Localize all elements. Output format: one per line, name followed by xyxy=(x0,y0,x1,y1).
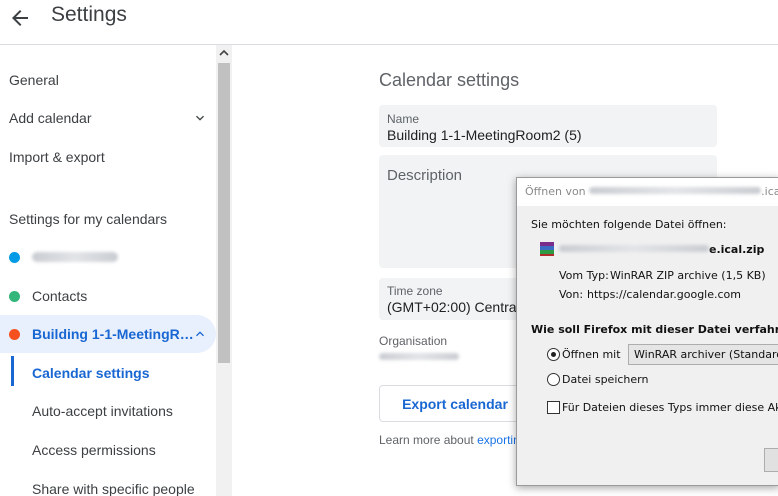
dialog-title-prefix: Öffnen von xyxy=(525,185,590,198)
dialog-title: Öffnen von .ical.zip xyxy=(525,185,778,198)
sidebar-subitem-access-permissions[interactable]: Access permissions xyxy=(32,442,156,458)
open-with-radio[interactable] xyxy=(547,348,560,361)
file-name-suffix: e.ical.zip xyxy=(709,243,765,256)
name-field-value: Building 1-1-MeetingRoom2 (5) xyxy=(387,127,582,143)
always-action-checkbox[interactable] xyxy=(547,401,560,414)
sidebar-item-label: Import & export xyxy=(9,149,105,165)
chevron-up-icon[interactable] xyxy=(192,326,208,342)
active-indicator xyxy=(11,356,14,386)
dialog-title-suffix: .ical.zip xyxy=(761,185,778,198)
name-field[interactable]: Name Building 1-1-MeetingRoom2 (5) xyxy=(379,105,717,147)
timezone-value: (GMT+02:00) Central xyxy=(387,299,520,315)
page-title: Settings xyxy=(51,3,127,26)
dialog-body: Sie möchten folgende Datei öffnen: e.ica… xyxy=(517,206,778,485)
sidebar: General Add calendar Import & export Set… xyxy=(0,45,216,496)
learn-more-text: Learn more about exporting xyxy=(379,433,526,447)
sidebar-subitem-share-specific[interactable]: Share with specific people xyxy=(32,481,195,496)
timezone-label: Time zone xyxy=(387,284,443,298)
file-type-label: Vom Typ: xyxy=(559,269,609,282)
calendar-color-dot xyxy=(9,329,20,340)
open-prompt: Sie möchten folgende Datei öffnen: xyxy=(531,218,727,231)
sidebar-subitem-auto-accept[interactable]: Auto-accept invitations xyxy=(32,403,173,419)
redacted-organisation xyxy=(379,353,459,360)
sidebar-item-label: Add calendar xyxy=(9,110,92,126)
calendar-label: Contacts xyxy=(32,288,88,304)
scroll-up-icon[interactable] xyxy=(219,48,229,58)
file-source-label: Von: xyxy=(559,288,584,301)
calendar-color-dot xyxy=(9,291,20,302)
file-source-value: https://calendar.google.com xyxy=(587,288,741,301)
redacted-filename xyxy=(589,187,762,194)
sidebar-item-general[interactable]: General xyxy=(0,61,216,99)
save-file-radio[interactable] xyxy=(547,373,560,386)
save-file-label[interactable]: Datei speichern xyxy=(562,373,648,386)
description-placeholder: Description xyxy=(387,167,463,184)
sidebar-subitem-calendar-settings[interactable]: Calendar settings xyxy=(32,365,149,381)
dialog-titlebar: Öffnen von .ical.zip xyxy=(517,178,778,206)
always-action-label[interactable]: Für Dateien dieses Typs immer diese Akti… xyxy=(562,401,778,414)
calendar-color-dot xyxy=(9,252,20,263)
sidebar-calendar-redacted[interactable] xyxy=(0,238,216,276)
export-calendar-button[interactable]: Export calendar xyxy=(379,385,531,422)
name-field-label: Name xyxy=(387,112,420,126)
section-title-calendar-settings: Calendar settings xyxy=(379,70,520,90)
file-name: e.ical.zip xyxy=(559,243,764,256)
sidebar-item-import-export[interactable]: Import & export xyxy=(0,138,216,176)
calendar-label: Building 1-1-MeetingR… xyxy=(32,326,194,342)
winrar-archive-icon xyxy=(540,242,554,256)
sidebar-scrollbar[interactable] xyxy=(216,45,232,496)
chevron-down-icon[interactable] xyxy=(192,110,208,126)
arrow-back-icon[interactable] xyxy=(8,6,32,30)
file-type-value: WinRAR ZIP archive (1,5 KB) xyxy=(610,269,766,282)
sidebar-calendar-building-meetingroom[interactable]: Building 1-1-MeetingR… xyxy=(0,315,216,353)
sidebar-item-label: General xyxy=(9,72,59,88)
open-with-selected: WinRAR archiver (Standard) xyxy=(634,348,778,361)
organisation-label: Organisation xyxy=(379,334,448,348)
app-header: Settings xyxy=(0,0,778,45)
open-with-label[interactable]: Öffnen mit xyxy=(562,348,621,361)
download-dialog: Öffnen von .ical.zip Sie möchten folgend… xyxy=(516,177,778,486)
dialog-ok-button[interactable] xyxy=(764,448,778,472)
sidebar-item-add-calendar[interactable]: Add calendar xyxy=(0,99,216,137)
action-question: Wie soll Firefox mit dieser Datei verfah… xyxy=(531,323,778,336)
redacted-calendar-name xyxy=(32,252,118,262)
open-with-select[interactable]: WinRAR archiver (Standard) xyxy=(628,344,778,365)
scrollbar-thumb[interactable] xyxy=(218,63,230,363)
section-title-my-calendars: Settings for my calendars xyxy=(9,211,167,227)
learn-more-prefix: Learn more about xyxy=(379,433,478,447)
sidebar-calendar-contacts[interactable]: Contacts xyxy=(0,277,216,315)
redacted-filename xyxy=(559,245,709,252)
